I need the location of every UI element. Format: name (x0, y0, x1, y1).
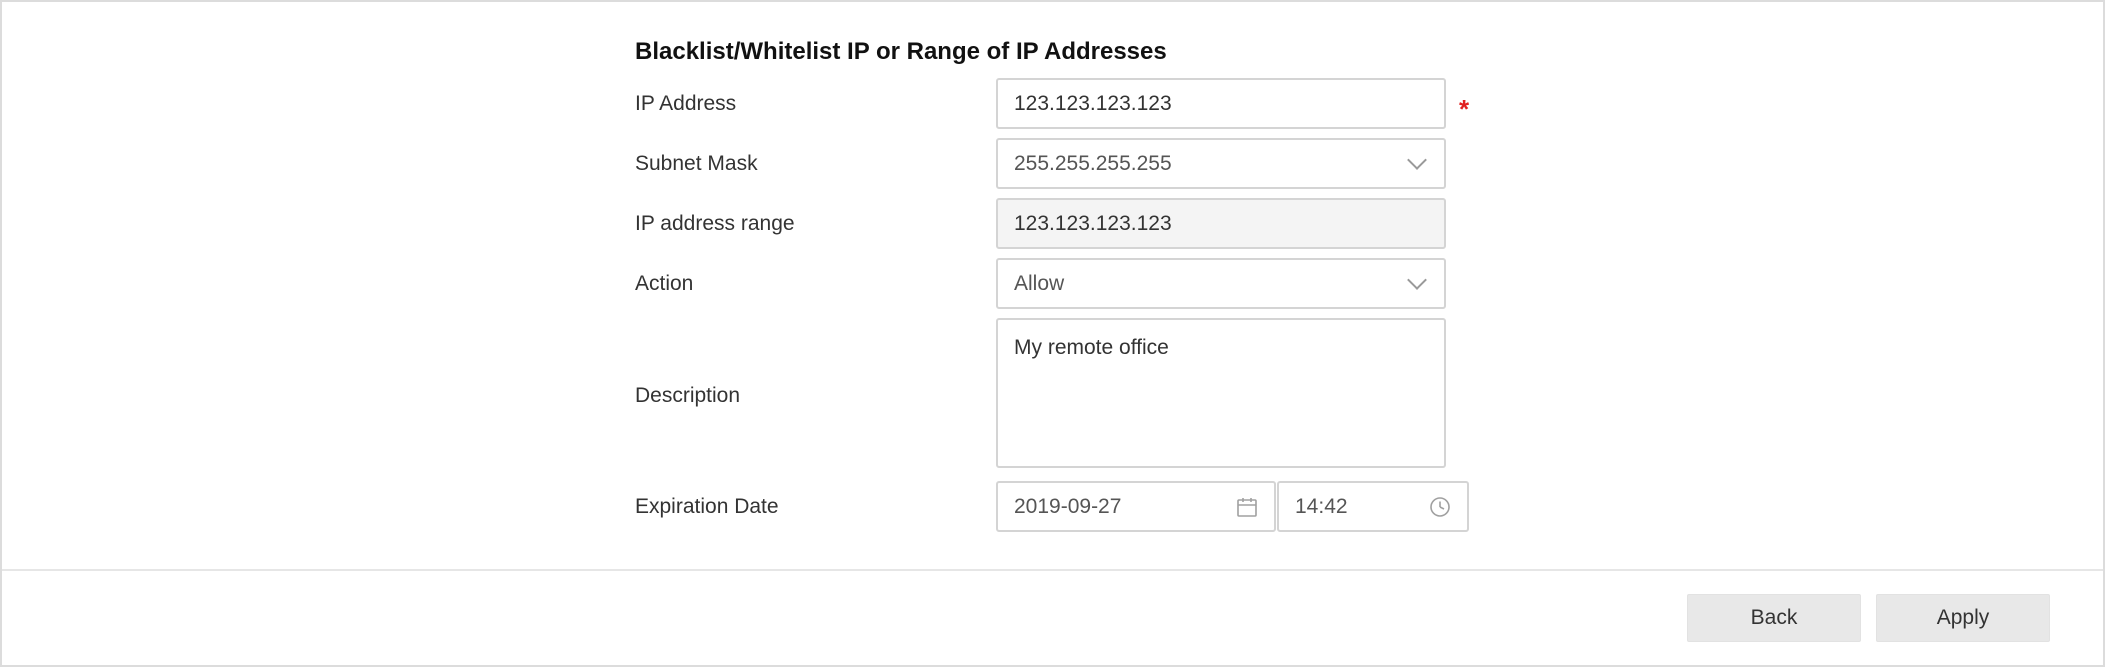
ip-range-field: 123.123.123.123 (996, 198, 1446, 249)
ip-range-value: 123.123.123.123 (1014, 211, 1172, 235)
expiration-date-value: 2019-09-27 (1014, 494, 1122, 518)
subnet-mask-value: 255.255.255.255 (1014, 151, 1172, 175)
action-select[interactable]: Allow (996, 258, 1446, 309)
apply-button[interactable]: Apply (1876, 594, 2050, 642)
expiration-date-input[interactable]: 2019-09-27 (996, 481, 1276, 532)
ip-address-value: 123.123.123.123 (1014, 91, 1172, 115)
chevron-down-icon (1407, 150, 1427, 170)
calendar-icon[interactable] (1236, 496, 1258, 518)
action-value: Allow (1014, 271, 1065, 295)
ip-address-label: IP Address (635, 92, 737, 115)
action-label: Action (635, 272, 694, 295)
description-value: My remote office (1014, 336, 1169, 359)
description-label: Description (635, 384, 741, 407)
back-button[interactable]: Back (1687, 594, 1861, 642)
subnet-mask-select[interactable]: 255.255.255.255 (996, 138, 1446, 189)
form-title: Blacklist/Whitelist IP or Range of IP Ad… (635, 38, 1167, 65)
chevron-down-icon (1407, 270, 1427, 290)
description-textarea[interactable]: My remote office (996, 318, 1446, 468)
ip-filter-form: Blacklist/Whitelist IP or Range of IP Ad… (2, 2, 2103, 569)
required-marker: * (1459, 94, 1470, 124)
ip-address-input[interactable]: 123.123.123.123 (996, 78, 1446, 129)
expiration-time-value: 14:42 (1295, 494, 1348, 518)
clock-icon[interactable] (1429, 496, 1451, 518)
expiration-time-input[interactable]: 14:42 (1277, 481, 1469, 532)
expiration-date-label: Expiration Date (635, 495, 779, 518)
subnet-mask-label: Subnet Mask (635, 152, 758, 175)
dialog-frame: Blacklist/Whitelist IP or Range of IP Ad… (0, 0, 2105, 667)
ip-range-label: IP address range (635, 212, 795, 235)
